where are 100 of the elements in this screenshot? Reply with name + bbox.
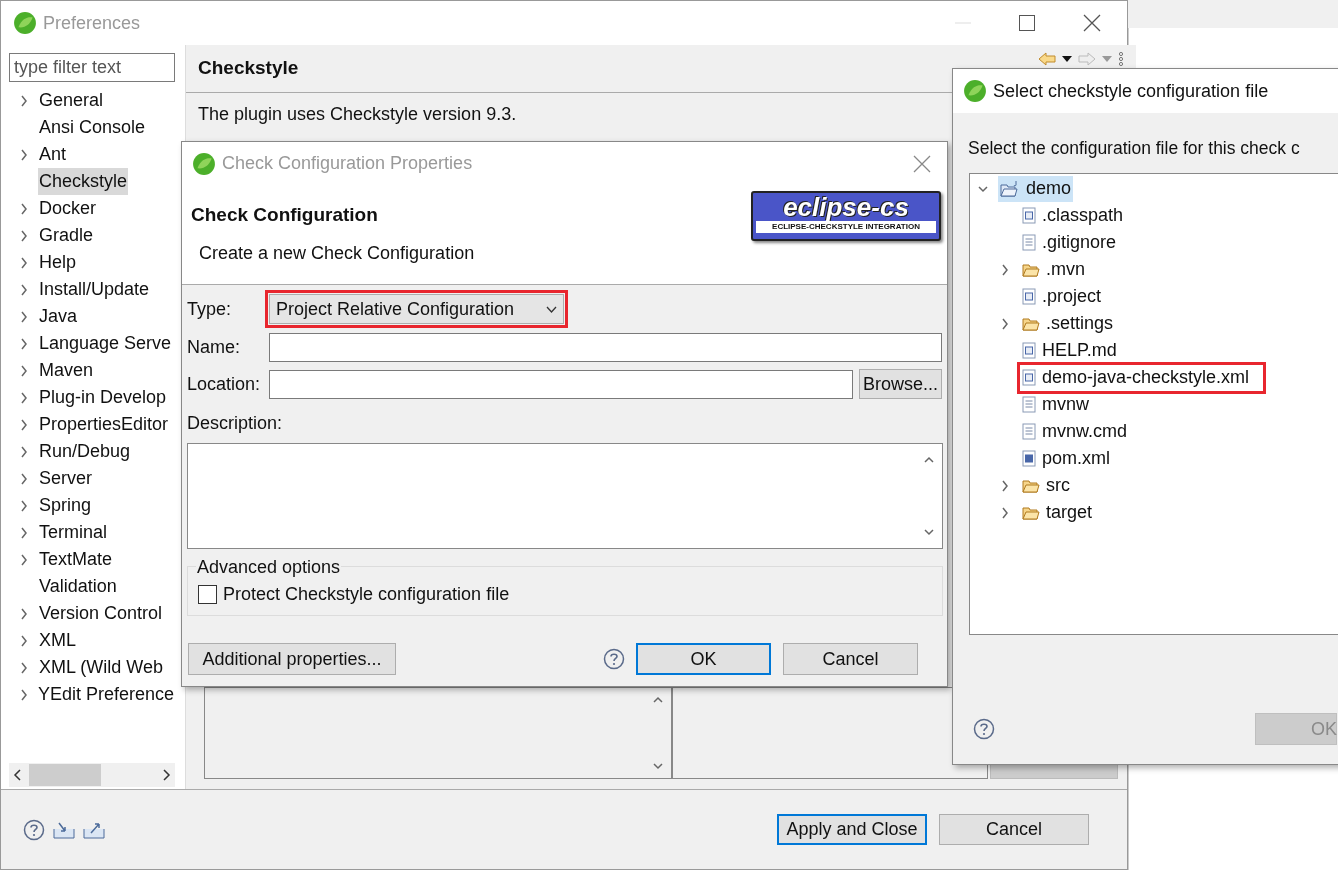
prompt-text: Select the configuration file for this check c	[967, 137, 1301, 160]
tree-item[interactable]: TextMate	[38, 546, 114, 573]
tree-item[interactable]: .project	[1042, 283, 1102, 311]
chevron-right-icon[interactable]	[19, 526, 29, 539]
chevron-right-icon[interactable]	[19, 229, 29, 242]
scroll-left-icon[interactable]	[13, 769, 21, 781]
tree-item[interactable]: Run/Debug	[38, 438, 132, 465]
chevron-right-icon[interactable]	[19, 310, 29, 323]
tree-item[interactable]: .classpath	[1042, 202, 1124, 230]
chevron-right-icon[interactable]	[19, 148, 29, 161]
scroll-down-icon[interactable]	[653, 760, 663, 772]
tree-item[interactable]: Validation	[38, 573, 118, 600]
tree-item[interactable]: Spring	[38, 492, 93, 519]
tree-item[interactable]: .gitignore	[1042, 229, 1117, 257]
help-icon[interactable]	[973, 718, 995, 741]
dropdown-icon[interactable]	[1062, 55, 1072, 62]
tree-item[interactable]: Terminal	[38, 519, 109, 546]
tree-item[interactable]: Language Serve	[38, 330, 173, 357]
tree-item[interactable]: src	[1046, 472, 1070, 500]
chevron-right-icon[interactable]	[19, 499, 29, 512]
project-folder-icon	[1000, 179, 1020, 198]
name-field[interactable]	[268, 332, 942, 362]
type-label: Type:	[187, 297, 233, 321]
description-field[interactable]	[187, 443, 943, 549]
chevron-right-icon[interactable]	[1000, 263, 1010, 276]
chevron-right-icon[interactable]	[1000, 506, 1010, 519]
chevron-right-icon[interactable]	[19, 607, 29, 620]
help-icon[interactable]	[603, 648, 625, 670]
chevron-right-icon[interactable]	[19, 202, 29, 215]
cancel-button[interactable]: Cancel	[783, 643, 918, 675]
maximize-icon[interactable]	[1019, 15, 1035, 31]
tree-item[interactable]: Docker	[38, 195, 97, 222]
chevron-right-icon[interactable]	[19, 634, 29, 647]
filter-field[interactable]: type filter text	[9, 53, 175, 82]
chevron-right-icon[interactable]	[19, 553, 29, 566]
checkbox-label: Protect Checkstyle configuration file	[223, 583, 510, 606]
tree-item[interactable]: General	[38, 87, 105, 114]
tree-item[interactable]: HELP.md	[1042, 337, 1117, 365]
file-icon	[1022, 396, 1036, 414]
chevron-right-icon[interactable]	[1000, 479, 1010, 492]
chevron-right-icon[interactable]	[19, 445, 29, 458]
eclipse-cs-logo: eclipse-cs ECLIPSE-CHECKSTYLE INTEGRATION	[751, 191, 941, 241]
tree-item[interactable]: .mvn	[1046, 256, 1085, 284]
checkbox[interactable]	[198, 585, 217, 604]
import-icon[interactable]	[53, 820, 75, 839]
tree-item[interactable]: .settings	[1046, 310, 1114, 338]
ok-button[interactable]: OK	[636, 643, 771, 675]
tree-item[interactable]: Ant	[38, 141, 68, 168]
tree-item[interactable]: Help	[38, 249, 78, 276]
tree-item[interactable]: XML (Wild Web	[38, 654, 165, 681]
cancel-button[interactable]: Cancel	[939, 814, 1089, 845]
tree-item[interactable]: Plug-in Develop	[38, 384, 168, 411]
chevron-right-icon[interactable]	[19, 94, 29, 107]
chevron-right-icon[interactable]	[1000, 317, 1010, 330]
apply-and-close-button[interactable]: Apply and Close	[777, 814, 927, 845]
browse-button[interactable]: Browse...	[859, 369, 942, 399]
additional-properties-button[interactable]: Additional properties...	[188, 643, 396, 675]
tree-item[interactable]: Checkstyle	[38, 168, 129, 195]
scroll-right-icon[interactable]	[163, 769, 171, 781]
type-dropdown[interactable]: Project Relative Configuration	[269, 294, 564, 324]
chevron-right-icon[interactable]	[19, 283, 29, 296]
scroll-thumb[interactable]	[29, 764, 101, 786]
file-icon	[1022, 423, 1036, 441]
tree-item[interactable]: Java	[38, 303, 79, 330]
tree-item[interactable]: Server	[38, 465, 93, 492]
tree-item[interactable]: Ansi Console	[38, 114, 147, 141]
horizontal-scrollbar[interactable]	[9, 763, 175, 787]
chevron-right-icon[interactable]	[19, 472, 29, 485]
name-label: Name:	[187, 335, 241, 359]
tree-item[interactable]: Maven	[38, 357, 95, 384]
chevron-right-icon[interactable]	[19, 364, 29, 377]
file-icon	[1022, 288, 1036, 306]
more-icon[interactable]	[1118, 51, 1124, 66]
help-icon[interactable]	[23, 818, 45, 841]
close-icon[interactable]	[913, 154, 931, 173]
chevron-right-icon[interactable]	[19, 418, 29, 431]
location-field[interactable]	[269, 369, 853, 399]
tree-item[interactable]: mvnw.cmd	[1042, 418, 1128, 446]
tree-item[interactable]: mvnw	[1042, 391, 1089, 419]
tree-item[interactable]: YEdit Preference	[36, 681, 175, 708]
tree-item[interactable]: Install/Update	[38, 276, 151, 303]
chevron-right-icon[interactable]	[19, 391, 29, 404]
tree-item[interactable]: pom.xml	[1042, 445, 1110, 473]
tree-item[interactable]: XML	[38, 627, 77, 654]
tree-item[interactable]: PropertiesEditor	[38, 411, 170, 438]
scroll-down-icon[interactable]	[924, 526, 934, 538]
chevron-right-icon[interactable]	[19, 256, 29, 269]
chevron-right-icon[interactable]	[19, 337, 29, 350]
tree-item[interactable]: target	[1046, 499, 1093, 527]
chevron-right-icon[interactable]	[19, 688, 29, 701]
close-icon[interactable]	[1083, 14, 1101, 32]
folder-icon	[1022, 315, 1040, 332]
export-icon[interactable]	[83, 820, 105, 839]
tree-item[interactable]: Version Control	[38, 600, 164, 627]
tree-item[interactable]: demo-java-checkstyle.xml	[1042, 364, 1250, 392]
leaf-logo-icon	[192, 151, 216, 176]
chevron-right-icon[interactable]	[19, 661, 29, 674]
page-title: Checkstyle	[198, 56, 299, 81]
tree-item[interactable]: Gradle	[38, 222, 95, 249]
description-label: Description:	[187, 412, 284, 435]
